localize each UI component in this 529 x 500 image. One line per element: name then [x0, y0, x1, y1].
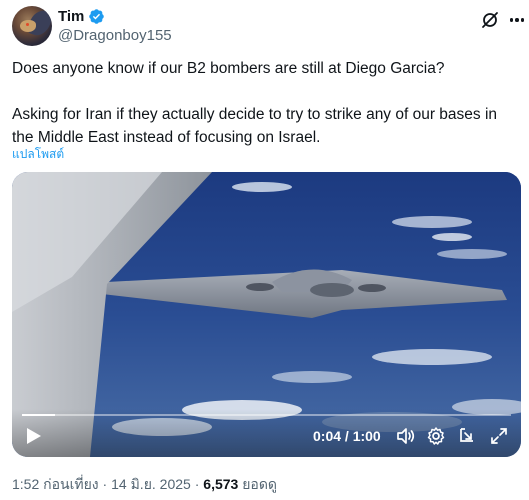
author-handle[interactable]: @Dragonboy155	[58, 27, 172, 44]
play-icon[interactable]	[26, 427, 42, 445]
author-name-row: Tim	[58, 8, 105, 25]
display-name[interactable]: Tim	[58, 8, 84, 25]
video-player[interactable]: 0:04 / 1:00	[12, 172, 521, 457]
grok-icon[interactable]	[480, 10, 500, 30]
video-time: 0:04 / 1:00	[313, 428, 381, 444]
volume-icon[interactable]	[395, 426, 415, 446]
meta-separator: ·	[98, 476, 112, 492]
tweet-paragraph-2: Asking for Iran if they actually decide …	[12, 106, 498, 146]
video-controls: 0:04 / 1:00	[12, 409, 521, 457]
video-progress-bar[interactable]	[22, 414, 511, 416]
views-label: ยอดดู	[242, 476, 278, 492]
picture-in-picture-icon[interactable]	[457, 426, 477, 446]
tweet-header: Tim @Dragonboy155	[12, 6, 525, 46]
verified-badge-icon	[89, 9, 105, 24]
tweet-text: Does anyone know if our B2 bombers are s…	[12, 57, 517, 149]
more-icon[interactable]	[507, 10, 527, 30]
avatar[interactable]	[12, 6, 52, 46]
video-progress-fill	[22, 414, 55, 416]
views-count: 6,573	[203, 476, 239, 492]
meta-separator: ·	[190, 476, 204, 492]
tweet-paragraph-1: Does anyone know if our B2 bombers are s…	[12, 60, 445, 77]
fullscreen-icon[interactable]	[489, 426, 509, 446]
settings-gear-icon[interactable]	[426, 426, 446, 446]
tweet-meta: 1:52 ก่อนเที่ยง · 14 มิ.ย. 2025 · 6,573 …	[12, 474, 277, 496]
translate-post-link[interactable]: แปลโพสต์	[12, 145, 64, 164]
tweet-date[interactable]: 14 มิ.ย. 2025	[111, 476, 191, 492]
tweet-time[interactable]: 1:52 ก่อนเที่ยง	[12, 476, 99, 492]
